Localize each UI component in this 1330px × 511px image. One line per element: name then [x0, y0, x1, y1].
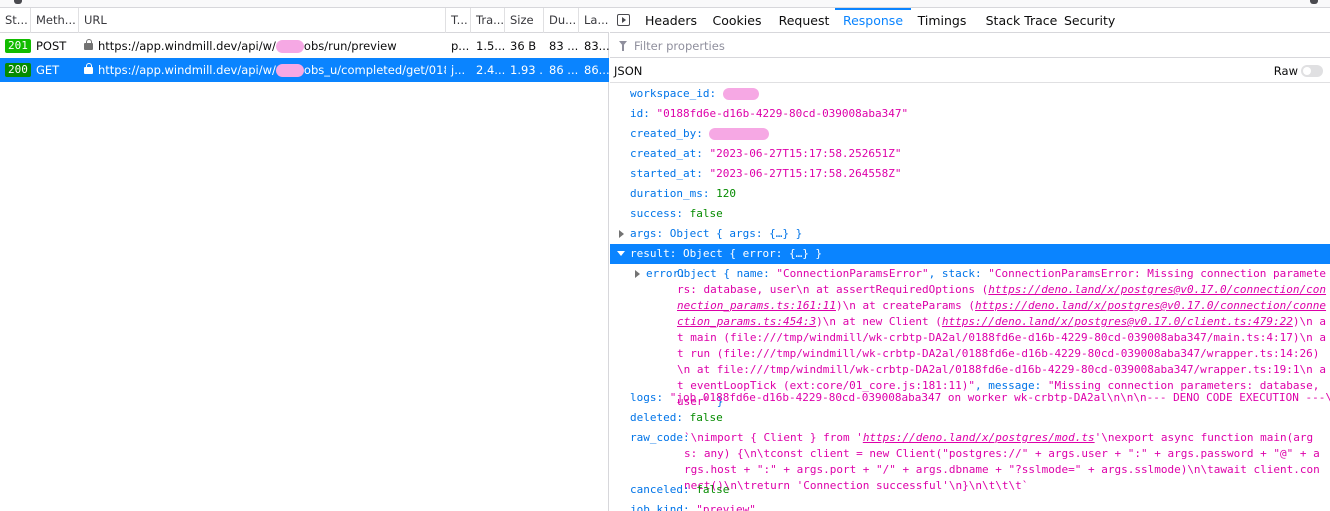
column-transferred[interactable]: Tra...	[471, 8, 505, 33]
json-viewer: workspace_id: id: "0188fd6e-d16b-4229-80…	[610, 84, 1330, 511]
raw-toggle-switch[interactable]	[1301, 65, 1323, 77]
table-row-selected[interactable]: 200 GET https://app.windmill.dev/api/w/o…	[0, 58, 609, 82]
tab-security[interactable]: Security	[1064, 8, 1115, 33]
column-size[interactable]: Size	[505, 8, 544, 33]
type-cell: p...	[451, 39, 470, 53]
request-list-panel: St... Meth... URL T... Tra... Size Du...…	[0, 8, 609, 511]
prop-workspace-id: workspace_id:	[630, 84, 1326, 104]
lock-icon	[84, 39, 93, 50]
size-cell: 1.93 ...	[510, 63, 544, 77]
tab-headers[interactable]: Headers	[640, 8, 702, 33]
expand-args-icon[interactable]	[619, 230, 624, 238]
column-method[interactable]: Meth...	[31, 8, 79, 33]
expand-error-icon[interactable]	[635, 270, 640, 278]
type-cell: j...	[451, 63, 466, 77]
json-label: JSON	[614, 64, 643, 78]
url-cell: https://app.windmill.dev/api/w/obs/run/p…	[79, 34, 446, 58]
import-link[interactable]: https://deno.land/x/postgres/mod.ts	[863, 431, 1095, 444]
prop-logs: logs: "job 0188fd6e-d16b-4229-80cd-03900…	[630, 391, 1330, 404]
tab-cookies[interactable]: Cookies	[708, 8, 766, 33]
stack-link[interactable]: https://deno.land/x/postgres@v0.17.0/cli…	[942, 315, 1293, 328]
prop-id: id: "0188fd6e-d16b-4229-80cd-039008aba34…	[630, 107, 909, 120]
status-badge: 201	[5, 39, 31, 53]
prop-args[interactable]: args: Object { args: {…} }	[630, 224, 1326, 244]
column-latency[interactable]: La...	[579, 8, 609, 33]
transferred-cell: 2.4...	[476, 63, 505, 77]
json-header: JSON Raw	[610, 59, 1330, 83]
column-url[interactable]: URL	[79, 8, 446, 33]
tab-response[interactable]: Response	[835, 8, 911, 33]
redacted-blur	[275, 40, 304, 53]
duration-cell: 86 ...	[549, 63, 579, 77]
method-cell: GET	[36, 63, 60, 77]
tab-request[interactable]: Request	[772, 8, 836, 33]
collapse-result-icon[interactable]	[617, 251, 625, 256]
filter-icon	[619, 41, 627, 51]
prop-created-at: created_at: "2023-06-27T15:17:58.252651Z…	[630, 147, 902, 160]
table-row[interactable]: 201 POST https://app.windmill.dev/api/w/…	[0, 34, 609, 58]
prop-deleted: deleted: false	[630, 411, 723, 424]
toolbar-edge-icon	[14, 0, 22, 4]
latency-cell: 83...	[584, 39, 609, 53]
prop-started-at: started_at: "2023-06-27T15:17:58.264558Z…	[630, 167, 902, 180]
column-type[interactable]: T...	[446, 8, 471, 33]
prop-result-selected[interactable]: result: Object { error: {…} }	[610, 244, 1330, 264]
redacted-blur	[722, 88, 759, 100]
prop-duration-ms: duration_ms: 120	[630, 187, 736, 200]
prop-success: success: false	[630, 207, 723, 220]
tab-stack-trace[interactable]: Stack Trace	[979, 8, 1064, 33]
details-panel: Headers Cookies Request Response Timings…	[610, 8, 1330, 511]
url-cell: https://app.windmill.dev/api/w/obs_u/com…	[79, 58, 446, 82]
size-cell: 36 B	[510, 39, 537, 53]
toolbar-edge-icon-right	[1310, 0, 1318, 4]
redacted-blur	[275, 64, 304, 77]
request-table-header: St... Meth... URL T... Tra... Size Du...…	[0, 8, 609, 33]
raw-label: Raw	[1273, 64, 1298, 78]
column-status[interactable]: St...	[0, 8, 31, 33]
status-badge: 200	[5, 63, 31, 77]
duration-cell: 83 ...	[549, 39, 579, 53]
transferred-cell: 1.5...	[476, 39, 505, 53]
filter-input[interactable]: Filter properties	[634, 34, 725, 58]
filter-bar[interactable]: Filter properties	[610, 34, 1330, 58]
prop-created-by: created_by:	[630, 124, 1326, 144]
latency-cell: 86...	[584, 63, 609, 77]
lock-icon	[84, 63, 93, 74]
toggle-sidebar-icon[interactable]	[617, 14, 630, 26]
method-cell: POST	[36, 39, 67, 53]
column-duration[interactable]: Du...	[544, 8, 579, 33]
prop-job-kind: job_kind: "preview"	[630, 503, 756, 511]
top-toolbar-strip	[0, 0, 1330, 8]
tab-timings[interactable]: Timings	[915, 8, 969, 33]
details-tabs: Headers Cookies Request Response Timings…	[610, 8, 1330, 33]
redacted-blur	[709, 128, 770, 140]
prop-canceled: canceled: false	[630, 483, 730, 496]
